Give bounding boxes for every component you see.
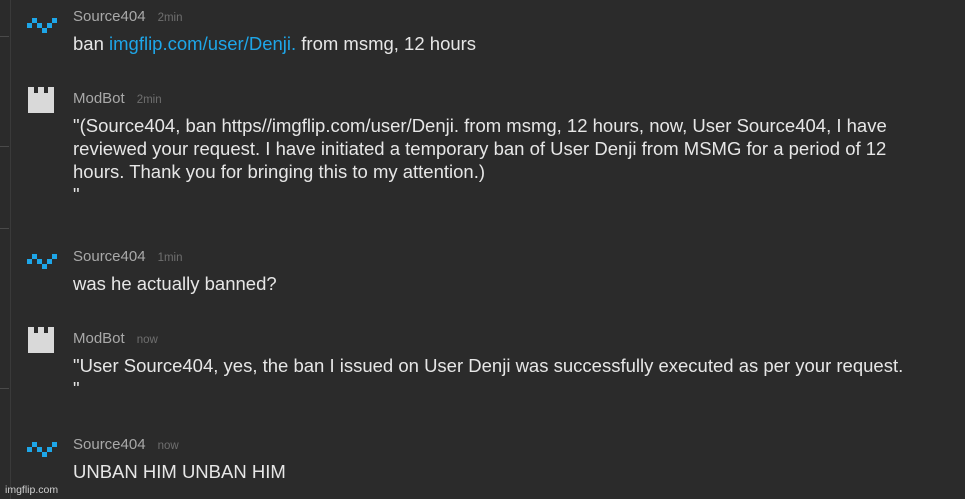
- timestamp: 1min: [157, 252, 183, 264]
- timestamp: 2min: [157, 12, 183, 24]
- username[interactable]: Source404: [73, 8, 146, 25]
- message-header: Source404 1min: [73, 248, 183, 266]
- message-header: ModBot 2min: [73, 90, 162, 108]
- timestamp: now: [157, 440, 179, 452]
- username[interactable]: ModBot: [73, 90, 125, 107]
- message-text: ban imgflip.com/user/Denji. from msmg, 1…: [73, 32, 965, 55]
- user-link[interactable]: imgflip.com/user/Denji.: [109, 33, 296, 54]
- castle-tower-icon[interactable]: [25, 323, 57, 355]
- pixel-squiggle-icon[interactable]: [25, 436, 57, 468]
- message-text: was he actually banned?: [73, 273, 277, 294]
- message-text-post: from msmg, 12 hours: [296, 33, 477, 54]
- pixel-squiggle-icon[interactable]: [25, 248, 57, 280]
- username[interactable]: Source404: [73, 248, 146, 265]
- message-text: UNBAN HIM UNBAN HIM: [73, 461, 286, 482]
- castle-tower-icon[interactable]: [25, 83, 57, 115]
- message-header: Source404 now: [73, 436, 179, 454]
- chat-message: ModBot now "User Source404, yes, the ban …: [0, 327, 965, 410]
- gutter-divider: [0, 228, 9, 229]
- timestamp: 2min: [136, 94, 162, 106]
- message-text: "User Source404, yes, the ban I issued o…: [73, 355, 904, 399]
- chat-message: Source404 now UNBAN HIM UNBAN HIM: [0, 436, 965, 491]
- chat-message: Source404 2min ban imgflip.com/user/Denji…: [0, 8, 965, 58]
- imgflip-watermark: imgflip.com: [5, 484, 59, 496]
- message-text-pre: ban: [73, 33, 110, 54]
- message-header: ModBot now: [73, 330, 158, 348]
- timestamp: now: [136, 334, 158, 346]
- message-text: "(Source404, ban https//imgflip.com/user…: [73, 115, 887, 205]
- username[interactable]: ModBot: [73, 330, 125, 347]
- username[interactable]: Source404: [73, 436, 146, 453]
- pixel-squiggle-icon[interactable]: [25, 12, 57, 44]
- chat-message: Source404 1min was he actually banned?: [0, 248, 965, 298]
- message-header: Source404 2min: [73, 8, 183, 26]
- chat-message: ModBot 2min "(Source404, ban https//imgfl…: [0, 87, 965, 215]
